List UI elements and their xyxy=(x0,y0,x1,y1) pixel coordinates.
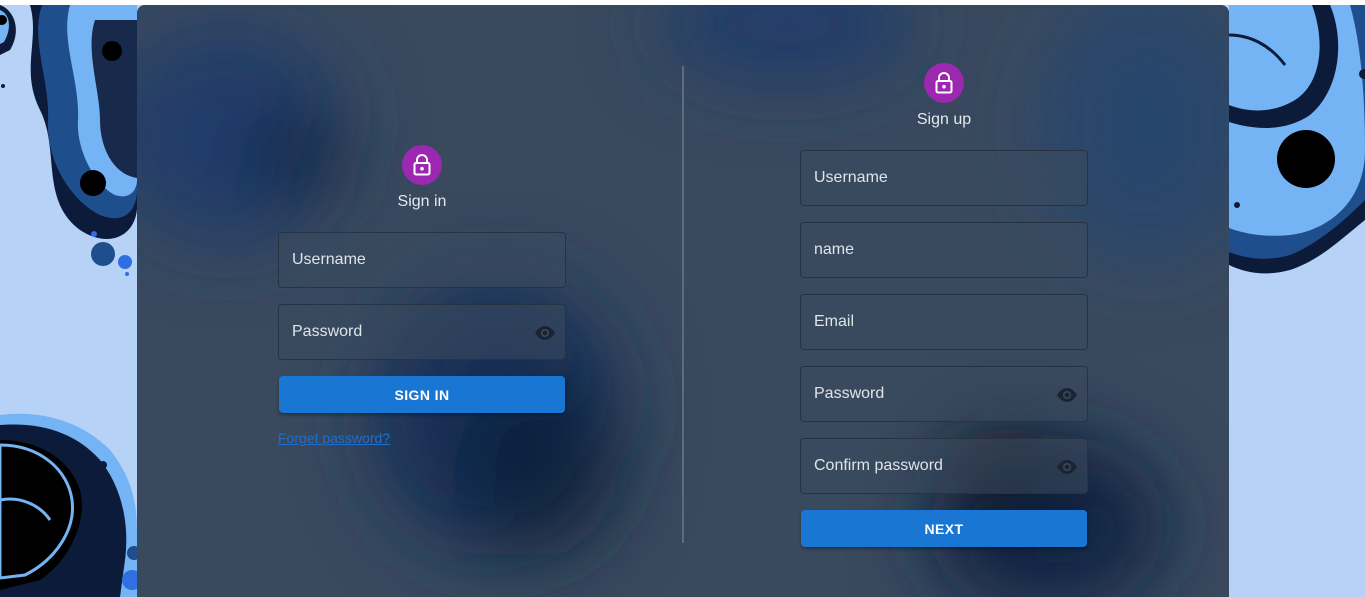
eye-icon[interactable] xyxy=(1055,383,1079,407)
sign-up-panel: Sign up Username name Email Password Con… xyxy=(800,63,1088,547)
panel-divider xyxy=(682,66,684,543)
sign-in-username-field[interactable]: Username xyxy=(278,232,566,288)
auth-card: Sign in Username Password SIGN IN Forget… xyxy=(137,5,1229,597)
sign-up-email-field[interactable]: Email xyxy=(800,294,1088,350)
sign-up-avatar xyxy=(924,63,964,103)
eye-icon[interactable] xyxy=(1055,455,1079,479)
name-label: name xyxy=(814,241,855,258)
sign-up-confirm-password-field[interactable]: Confirm password xyxy=(800,438,1088,494)
sign-in-avatar xyxy=(402,145,442,185)
password-label: Password xyxy=(292,323,363,340)
forget-password-link[interactable]: Forget password? xyxy=(278,430,390,446)
confirm-password-label: Confirm password xyxy=(814,457,943,474)
sign-in-button[interactable]: SIGN IN xyxy=(279,376,565,413)
password-label: Password xyxy=(814,385,885,402)
username-label: Username xyxy=(814,169,888,186)
sign-up-username-field[interactable]: Username xyxy=(800,150,1088,206)
sign-in-title: Sign in xyxy=(397,193,447,210)
lock-icon xyxy=(935,72,953,94)
sign-up-password-field[interactable]: Password xyxy=(800,366,1088,422)
eye-icon[interactable] xyxy=(533,321,557,345)
sign-in-panel: Sign in Username Password SIGN IN Forget… xyxy=(278,145,566,448)
sign-up-name-field[interactable]: name xyxy=(800,222,1088,278)
sign-in-password-field[interactable]: Password xyxy=(278,304,566,360)
next-button[interactable]: NEXT xyxy=(801,510,1087,547)
username-label: Username xyxy=(292,251,366,268)
email-label: Email xyxy=(814,313,855,330)
lock-icon xyxy=(413,154,431,176)
sign-up-title: Sign up xyxy=(916,111,972,128)
